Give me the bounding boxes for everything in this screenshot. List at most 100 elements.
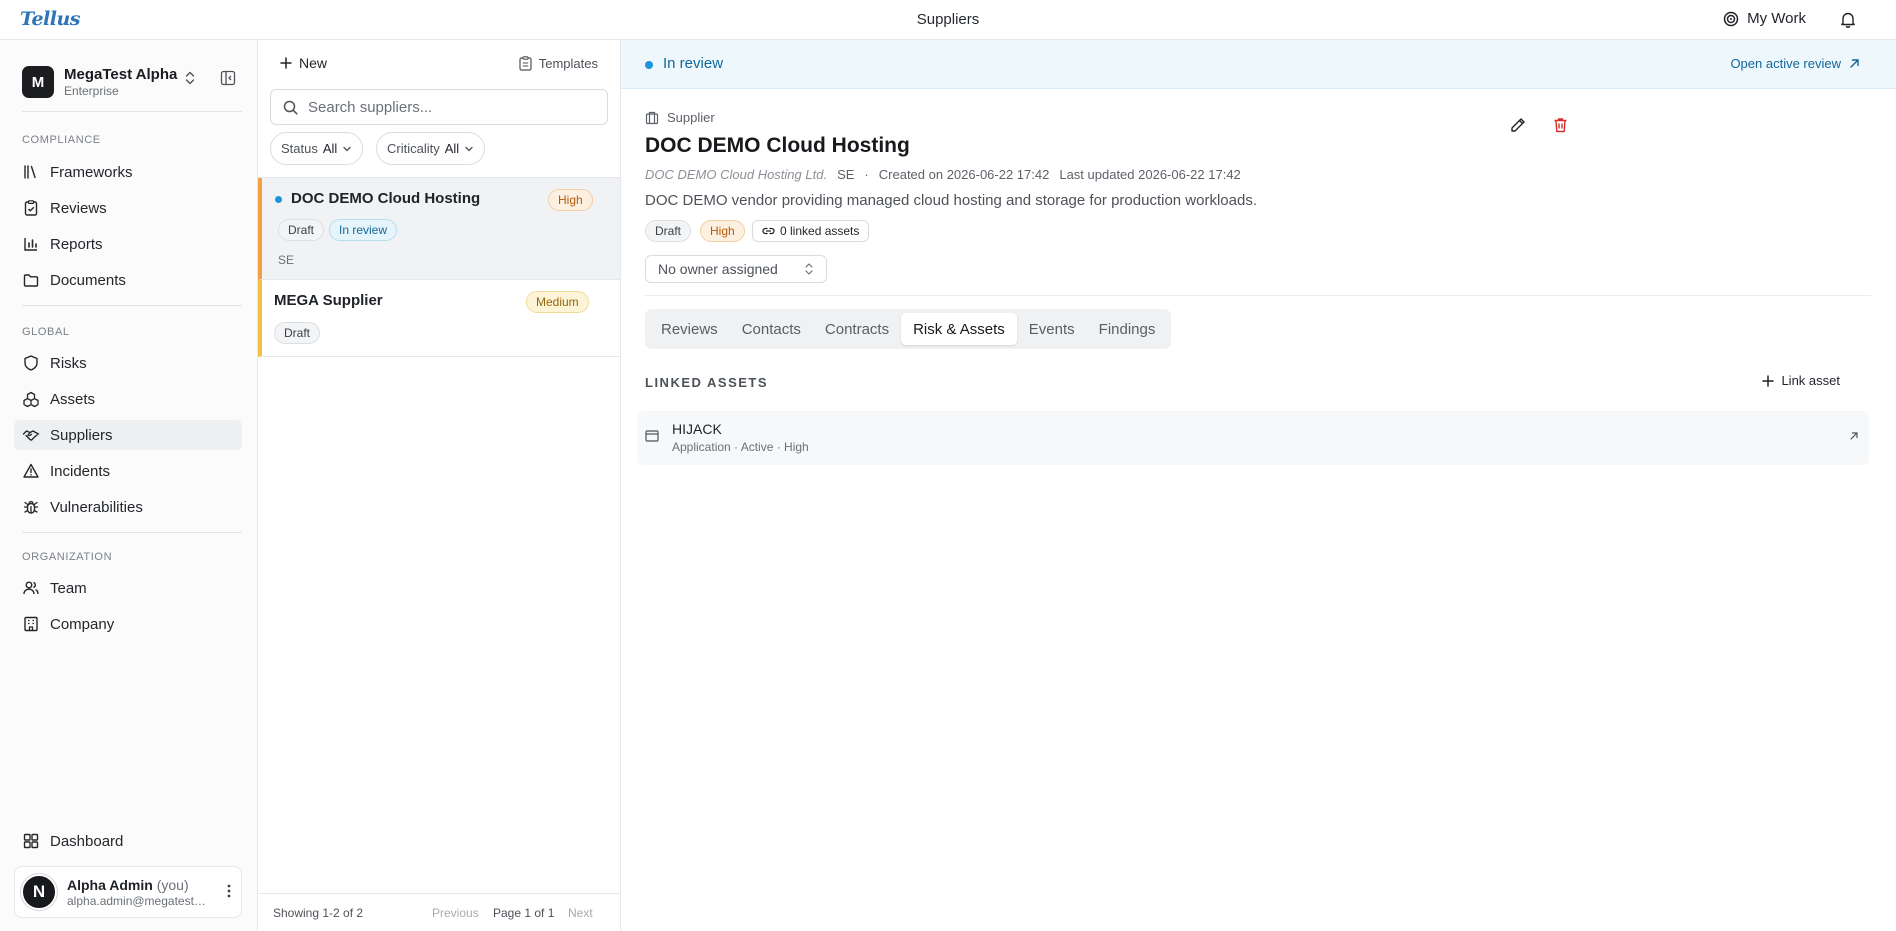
asset-name: HIJACK — [672, 421, 722, 437]
sidebar-collapse-icon[interactable] — [219, 69, 237, 87]
tab-risk-assets[interactable]: Risk & Assets — [901, 313, 1017, 345]
sidebar-item-label: Documents — [50, 271, 126, 289]
sidebar-item-label: Dashboard — [50, 832, 124, 850]
supplier-kicker: Supplier — [645, 110, 715, 125]
list-item[interactable]: DOC DEMO Cloud Hosting High Draft In rev… — [258, 178, 620, 280]
linked-assets-chip[interactable]: 0 linked assets — [752, 220, 870, 242]
sidebar-item-label: Company — [50, 615, 115, 633]
sidebar-item-dashboard[interactable]: Dashboard — [14, 826, 242, 856]
tab-contacts[interactable]: Contacts — [730, 313, 813, 345]
tab-events[interactable]: Events — [1017, 313, 1087, 345]
user-you-suffix: (you) — [156, 876, 189, 893]
list-item[interactable]: MEGA Supplier Medium Draft — [258, 280, 620, 357]
filter-value: All — [322, 141, 338, 156]
plus-icon — [1762, 374, 1775, 387]
tab-contracts[interactable]: Contracts — [813, 313, 901, 345]
sidebar-item-label: Team — [50, 579, 87, 597]
sidebar-item-label: Reports — [50, 235, 103, 253]
asset-row[interactable]: HIJACK Application · Active · High — [637, 411, 1869, 465]
layout-grid-icon — [22, 832, 40, 850]
org-name: MegaTest Alpha — [64, 65, 178, 83]
detail-tabs: Reviews Contacts Contracts Risk & Assets… — [645, 309, 1172, 349]
folder-icon — [22, 271, 40, 289]
more-vertical-icon[interactable] — [227, 883, 231, 899]
supplier-description: DOC DEMO vendor providing managed cloud … — [645, 192, 1257, 209]
supplier-detail: In review Open active review Supplier DO… — [621, 40, 1896, 931]
tab-reviews[interactable]: Reviews — [649, 313, 730, 345]
criticality-badge: High — [548, 189, 593, 211]
review-status-dot — [275, 196, 282, 203]
alert-triangle-icon — [22, 462, 40, 480]
sidebar-item-label: Suppliers — [50, 426, 113, 444]
list-item-title: DOC DEMO Cloud Hosting — [291, 190, 481, 207]
arrow-up-right-icon[interactable] — [1849, 431, 1859, 441]
criticality-badge: High — [700, 220, 745, 242]
criticality-badge: Medium — [526, 291, 589, 313]
plus-icon — [280, 57, 292, 69]
clipboard-icon — [519, 56, 532, 71]
search-box[interactable] — [270, 89, 608, 125]
sidebar-item-vulnerabilities[interactable]: Vulnerabilities — [14, 492, 242, 522]
kicker-label: Supplier — [667, 110, 715, 125]
search-input[interactable] — [308, 98, 578, 116]
trash-icon[interactable] — [1553, 117, 1568, 133]
user-name-line: Alpha Admin (you) — [67, 876, 207, 894]
org-switcher[interactable]: M MegaTest Alpha Enterprise — [22, 64, 242, 100]
meta-separator: · — [864, 167, 869, 182]
arrow-up-right-icon — [1849, 58, 1860, 69]
link-icon — [762, 226, 775, 236]
criticality-filter[interactable]: Criticality All — [376, 132, 486, 165]
open-active-review-link[interactable]: Open active review — [1730, 56, 1860, 71]
chevrons-up-down-icon — [804, 262, 814, 276]
sidebar-item-frameworks[interactable]: Frameworks — [14, 157, 242, 187]
sidebar-item-assets[interactable]: Assets — [14, 384, 242, 414]
legal-name: DOC DEMO Cloud Hosting Ltd. — [645, 167, 828, 182]
sidebar-divider — [22, 305, 242, 306]
target-icon — [1723, 11, 1739, 27]
country-code: SE — [837, 167, 855, 182]
sidebar-item-reviews[interactable]: Reviews — [14, 193, 242, 223]
sidebar-item-documents[interactable]: Documents — [14, 265, 242, 295]
updated-date: Last updated 2026-06-22 17:42 — [1059, 167, 1241, 182]
asset-meta: Application · Active · High — [672, 440, 809, 454]
pencil-icon[interactable] — [1510, 117, 1526, 133]
chevrons-up-down-icon[interactable] — [184, 70, 196, 86]
owner-value: No owner assigned — [658, 261, 778, 277]
sidebar-item-suppliers[interactable]: Suppliers — [14, 420, 242, 450]
created-date: Created on 2026-06-22 17:42 — [878, 167, 1050, 182]
filter-label: Criticality — [387, 141, 440, 156]
filter-value: All — [444, 141, 460, 156]
section-label-global: Global — [22, 326, 70, 338]
owner-select[interactable]: No owner assigned — [645, 255, 827, 283]
next-page-button[interactable]: Next — [568, 906, 593, 920]
sidebar-item-risks[interactable]: Risks — [14, 348, 242, 378]
status-filter[interactable]: Status All — [270, 132, 364, 165]
library-icon — [22, 163, 40, 181]
open-review-label: Open active review — [1730, 56, 1841, 71]
sidebar-item-label: Risks — [50, 354, 87, 372]
handshake-icon — [22, 426, 40, 444]
sidebar-item-team[interactable]: Team — [14, 573, 242, 603]
previous-page-button[interactable]: Previous — [432, 906, 479, 920]
status-badge: Draft — [278, 219, 325, 241]
my-work-button[interactable]: My Work — [1723, 10, 1806, 27]
new-supplier-button[interactable]: New — [280, 55, 327, 71]
sidebar-item-reports[interactable]: Reports — [14, 229, 242, 259]
new-label: New — [299, 55, 328, 71]
building-icon — [645, 111, 659, 125]
bug-icon — [22, 498, 40, 516]
bell-icon[interactable] — [1840, 11, 1856, 28]
tab-findings[interactable]: Findings — [1087, 313, 1168, 345]
templates-label: Templates — [538, 56, 598, 71]
top-bar: Tellus Suppliers My Work — [0, 0, 1896, 40]
sidebar-item-label: Reviews — [50, 199, 107, 217]
templates-button[interactable]: Templates — [519, 56, 598, 71]
review-banner: In review Open active review — [621, 40, 1896, 89]
link-asset-button[interactable]: Link asset — [1762, 373, 1840, 388]
sidebar-item-incidents[interactable]: Incidents — [14, 456, 242, 486]
section-label-organization: Organization — [22, 551, 113, 563]
sidebar-item-company[interactable]: Company — [14, 609, 242, 639]
sidebar-item-label: Vulnerabilities — [50, 498, 143, 516]
user-card[interactable]: N Alpha Admin (you) alpha.admin@megatest… — [14, 866, 242, 918]
supplier-list-panel: New Templates Status All Criticality All… — [258, 40, 621, 931]
